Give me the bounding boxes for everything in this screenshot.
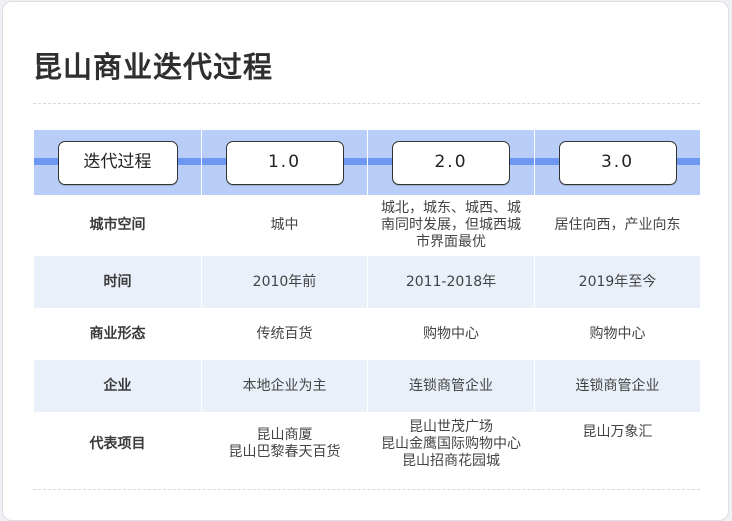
cell-line: 昆山巴黎春天百货 (228, 444, 341, 460)
cell-line: 购物中心 (423, 325, 479, 342)
version-pill-1: 1.0 (225, 140, 344, 185)
table-cell: 城北，城东、城西、城 南同时发展，但城西城 市界面最优 (367, 195, 534, 256)
table-cell: 2010年前 (201, 256, 367, 308)
table-header-row: 迭代过程 1.0 2.0 3.0 (34, 130, 700, 195)
cell-line: 昆山商厦 (256, 427, 313, 443)
cell-line: 连锁商管企业 (575, 377, 660, 394)
cell-line: 购物中心 (589, 325, 646, 342)
row-label: 商业形态 (89, 325, 146, 342)
page-title: 昆山商业迭代过程 (33, 50, 274, 84)
table-cell: 购物中心 (534, 308, 700, 360)
cell-line: 本地企业为主 (242, 377, 327, 394)
table-cell: 传统百货 (201, 308, 367, 360)
table-row: 城市空间 城中 城北，城东、城西、城 南同时发展，但城西城 市界面最优 居住向西… (34, 195, 700, 256)
row-label: 代表项目 (89, 435, 146, 452)
table-cell: 昆山商厦 昆山巴黎春天百货 (201, 412, 367, 476)
table-cell: 居住向西，产业向东 (534, 195, 700, 256)
cell-line: 2019年至今 (578, 273, 657, 290)
version-pill-3: 3.0 (558, 140, 677, 185)
cell-line: 市界面最优 (416, 234, 486, 250)
header-cell: 1.0 (201, 130, 367, 195)
cell-line: 城中 (270, 217, 299, 233)
cell-line: 城北，城东、城西、城 (381, 200, 521, 216)
cell-line: 昆山金鹰国际购物中心 (381, 435, 521, 452)
table-cell: 2019年至今 (534, 256, 700, 308)
table-cell: 城中 (201, 195, 367, 256)
table-cell: 昆山万象汇 (534, 412, 700, 476)
divider-bottom (33, 489, 700, 490)
card: 昆山商业迭代过程 迭代过程 1.0 2.0 3.0 城市空间 城中 城北，城东、… (2, 1, 729, 521)
version-pill-2: 2.0 (392, 140, 510, 185)
cell-line: 2011-2018年 (405, 273, 497, 290)
row-label: 企业 (103, 377, 132, 394)
table-cell: 本地企业为主 (201, 360, 367, 412)
table-cell: 连锁商管企业 (367, 360, 534, 412)
cell-line: 连锁商管企业 (409, 377, 493, 394)
divider-top (33, 103, 700, 104)
cell-line: 2010年前 (252, 273, 317, 290)
table-cell: 2011-2018年 (367, 256, 534, 308)
cell-line: 居住向西，产业向东 (554, 217, 681, 233)
iteration-table: 迭代过程 1.0 2.0 3.0 城市空间 城中 城北，城东、城西、城 南同时发… (34, 130, 700, 476)
table-row: 企业 本地企业为主 连锁商管企业 连锁商管企业 (34, 360, 700, 412)
table-row: 代表项目 昆山商厦 昆山巴黎春天百货 昆山世茂广场 昆山金鹰国际购物中心 昆山招… (34, 412, 700, 476)
row-label: 时间 (103, 273, 132, 290)
row-label: 城市空间 (89, 217, 146, 233)
cell-line: 昆山招商花园城 (402, 452, 500, 469)
header-label-pill: 迭代过程 (57, 140, 178, 185)
cell-line: 南同时发展，但城西城 (381, 217, 521, 233)
header-cell: 3.0 (534, 130, 700, 195)
header-cell: 2.0 (367, 130, 534, 195)
table-row: 时间 2010年前 2011-2018年 2019年至今 (34, 256, 700, 308)
table-cell: 连锁商管企业 (534, 360, 700, 412)
table-cell: 昆山世茂广场 昆山金鹰国际购物中心 昆山招商花园城 (367, 412, 534, 476)
cell-line: 昆山万象汇 (582, 424, 653, 440)
table-row: 商业形态 传统百货 购物中心 购物中心 (34, 308, 700, 360)
cell-line: 昆山世茂广场 (409, 418, 493, 435)
header-cell: 迭代过程 (34, 130, 201, 195)
cell-line: 传统百货 (256, 325, 313, 342)
table-cell: 购物中心 (367, 308, 534, 360)
